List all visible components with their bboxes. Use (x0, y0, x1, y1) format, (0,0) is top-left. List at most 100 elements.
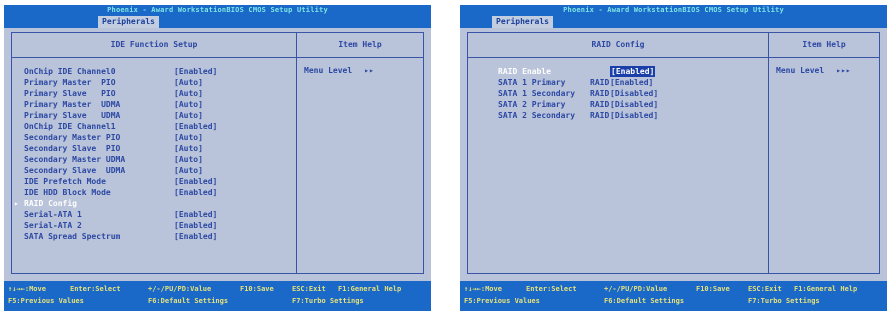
setting-primary-master-udma[interactable]: Primary Master UDMA [Auto] (24, 99, 284, 110)
setting-value[interactable]: [Disabled] (610, 110, 658, 121)
key-hint-save: F10:Save (696, 285, 730, 293)
setting-label: OnChip IDE Channel0 (24, 67, 116, 76)
tab-peripherals[interactable]: Peripherals (98, 16, 159, 28)
setting-value[interactable]: [Enabled] (610, 77, 653, 88)
setting-serial-ata-1[interactable]: Serial-ATA 1 [Enabled] (24, 209, 284, 220)
key-hint-general-help: F1:General Help (794, 285, 858, 293)
setting-value[interactable]: [Enabled] (174, 231, 217, 242)
menu-bar: Peripherals (4, 16, 431, 28)
setup-panel: IDE Function Setup Item Help OnChip IDE … (11, 32, 424, 274)
setting-label: IDE Prefetch Mode (24, 177, 106, 186)
header-divider (12, 57, 423, 58)
setting-value[interactable]: [Auto] (174, 110, 203, 121)
header-divider (468, 57, 879, 58)
setting-value[interactable]: [Enabled] (174, 209, 217, 220)
setting-label: Primary Master PIO (24, 78, 116, 87)
setting-ide-hdd-block-mode[interactable]: IDE HDD Block Mode [Enabled] (24, 187, 284, 198)
item-help-title: Item Help (802, 40, 846, 49)
setting-onchip-ide-channel1[interactable]: OnChip IDE Channel1 [Enabled] (24, 121, 284, 132)
key-hint-turbo-settings: F7:Turbo Settings (292, 297, 364, 305)
setting-label: OnChip IDE Channel1 (24, 122, 116, 131)
menu-bar: Peripherals (460, 16, 887, 28)
bios-screen-raid-config: Phoenix - Award WorkstationBIOS CMOS Set… (460, 5, 887, 311)
setting-primary-master-pio[interactable]: Primary Master PIO [Auto] (24, 77, 284, 88)
key-hint-move: ↑↓→←:Move (464, 285, 502, 293)
setting-onchip-ide-channel0[interactable]: OnChip IDE Channel0 [Enabled] (24, 66, 284, 77)
setting-raid-tag: RAID (590, 100, 610, 109)
menu-level-label: Menu Level (776, 66, 825, 75)
setting-label: Primary Slave PIO (24, 89, 116, 98)
setting-ide-prefetch-mode[interactable]: IDE Prefetch Mode [Enabled] (24, 176, 284, 187)
key-hint-previous-values: F5:Previous Values (464, 297, 540, 305)
item-help-panel: Menu Level ▸▸▸ (776, 66, 851, 75)
setting-value[interactable]: [Auto] (174, 77, 203, 88)
setting-value[interactable]: [Disabled] (610, 99, 658, 110)
setting-label: Primary Master UDMA (24, 100, 121, 109)
setup-panel: RAID Config Item Help RAID Enable [Enable… (467, 32, 880, 274)
setting-label: SATA 1 Secondary (498, 89, 576, 98)
setting-label: SATA 1 Primary (498, 78, 566, 87)
setting-value[interactable]: [Enabled] (610, 66, 656, 77)
key-hint-value: +/-/PU/PD:Value (148, 285, 212, 293)
key-hint-select: Enter:Select (526, 285, 577, 293)
bios-title: Phoenix - Award WorkstationBIOS CMOS Set… (4, 5, 431, 16)
key-hint-value: +/-/PU/PD:Value (604, 285, 668, 293)
setting-label: Secondary Slave UDMA (24, 166, 126, 175)
settings-list: OnChip IDE Channel0 [Enabled] Primary Mas… (14, 66, 284, 242)
tab-peripherals[interactable]: Peripherals (492, 16, 553, 28)
setting-value[interactable]: [Enabled] (174, 220, 217, 231)
setting-primary-slave-udma[interactable]: Primary Slave UDMA [Auto] (24, 110, 284, 121)
key-hint-default-settings: F6:Default Settings (148, 297, 229, 305)
setting-secondary-master-udma[interactable]: Secondary Master UDMA [Auto] (24, 154, 284, 165)
setting-sata-1-primary[interactable]: SATA 1 Primary RAID [Enabled] (498, 77, 758, 88)
setting-sata-2-secondary[interactable]: SATA 2 Secondary RAID [Disabled] (498, 110, 758, 121)
setting-sata-2-primary[interactable]: SATA 2 Primary RAID [Disabled] (498, 99, 758, 110)
setting-label: SATA 2 Secondary (498, 111, 576, 120)
setting-value[interactable]: [Disabled] (610, 88, 658, 99)
setting-primary-slave-pio[interactable]: Primary Slave PIO [Auto] (24, 88, 284, 99)
setting-label: Secondary Slave PIO (24, 144, 121, 153)
menu-level-arrows-icon: ▸▸▸ (836, 66, 851, 75)
status-bar: ↑↓→←:Move Enter:Select +/-/PU/PD:Value F… (460, 281, 887, 311)
setting-value[interactable]: [Enabled] (174, 66, 217, 77)
settings-list: RAID Enable [Enabled] SATA 1 Primary RAID[… (498, 66, 758, 121)
setting-secondary-master-pio[interactable]: Secondary Master PIO [Auto] (24, 132, 284, 143)
setting-value[interactable]: [Enabled] (174, 187, 217, 198)
setting-label: Serial-ATA 1 (24, 210, 82, 219)
setting-value[interactable]: [Auto] (174, 99, 203, 110)
setting-label: SATA 2 Primary (498, 100, 566, 109)
panel-divider (768, 33, 769, 273)
setting-value[interactable]: [Auto] (174, 154, 203, 165)
key-hint-save: F10:Save (240, 285, 274, 293)
setting-sata-1-secondary[interactable]: SATA 1 Secondary RAID [Disabled] (498, 88, 758, 99)
menu-level-arrows-icon: ▸▸ (364, 66, 374, 75)
setting-value[interactable]: [Auto] (174, 88, 203, 99)
setting-value[interactable]: [Auto] (174, 165, 203, 176)
setting-value[interactable]: [Enabled] (174, 176, 217, 187)
key-hint-general-help: F1:General Help (338, 285, 402, 293)
page-title: RAID Config (591, 40, 645, 49)
menu-level-label: Menu Level (304, 66, 353, 75)
submenu-raid-config[interactable]: ▸ RAID Config (14, 198, 284, 209)
setting-value[interactable]: [Enabled] (174, 121, 217, 132)
setting-label: RAID Enable (498, 67, 551, 76)
key-hint-select: Enter:Select (70, 285, 121, 293)
key-hint-move: ↑↓→←:Move (8, 285, 46, 293)
key-hint-turbo-settings: F7:Turbo Settings (748, 297, 820, 305)
key-hint-exit: ESC:Exit (292, 285, 326, 293)
setting-secondary-slave-pio[interactable]: Secondary Slave PIO [Auto] (24, 143, 284, 154)
setting-raid-enable[interactable]: RAID Enable [Enabled] (498, 66, 758, 77)
setting-serial-ata-2[interactable]: Serial-ATA 2 [Enabled] (24, 220, 284, 231)
setting-label: Secondary Master UDMA (24, 155, 126, 164)
status-bar: ↑↓→←:Move Enter:Select +/-/PU/PD:Value F… (4, 281, 431, 311)
item-help-panel: Menu Level ▸▸ (304, 66, 374, 75)
setting-label: SATA Spread Spectrum (24, 232, 121, 241)
key-hint-exit: ESC:Exit (748, 285, 782, 293)
setting-value[interactable]: [Auto] (174, 132, 203, 143)
setting-secondary-slave-udma[interactable]: Secondary Slave UDMA [Auto] (24, 165, 284, 176)
setting-raid-tag: RAID (590, 89, 610, 98)
bios-title: Phoenix - Award WorkstationBIOS CMOS Set… (460, 5, 887, 16)
setting-sata-spread-spectrum[interactable]: SATA Spread Spectrum [Enabled] (24, 231, 284, 242)
setting-value[interactable]: [Auto] (174, 143, 203, 154)
setting-label: Primary Slave UDMA (24, 111, 121, 120)
